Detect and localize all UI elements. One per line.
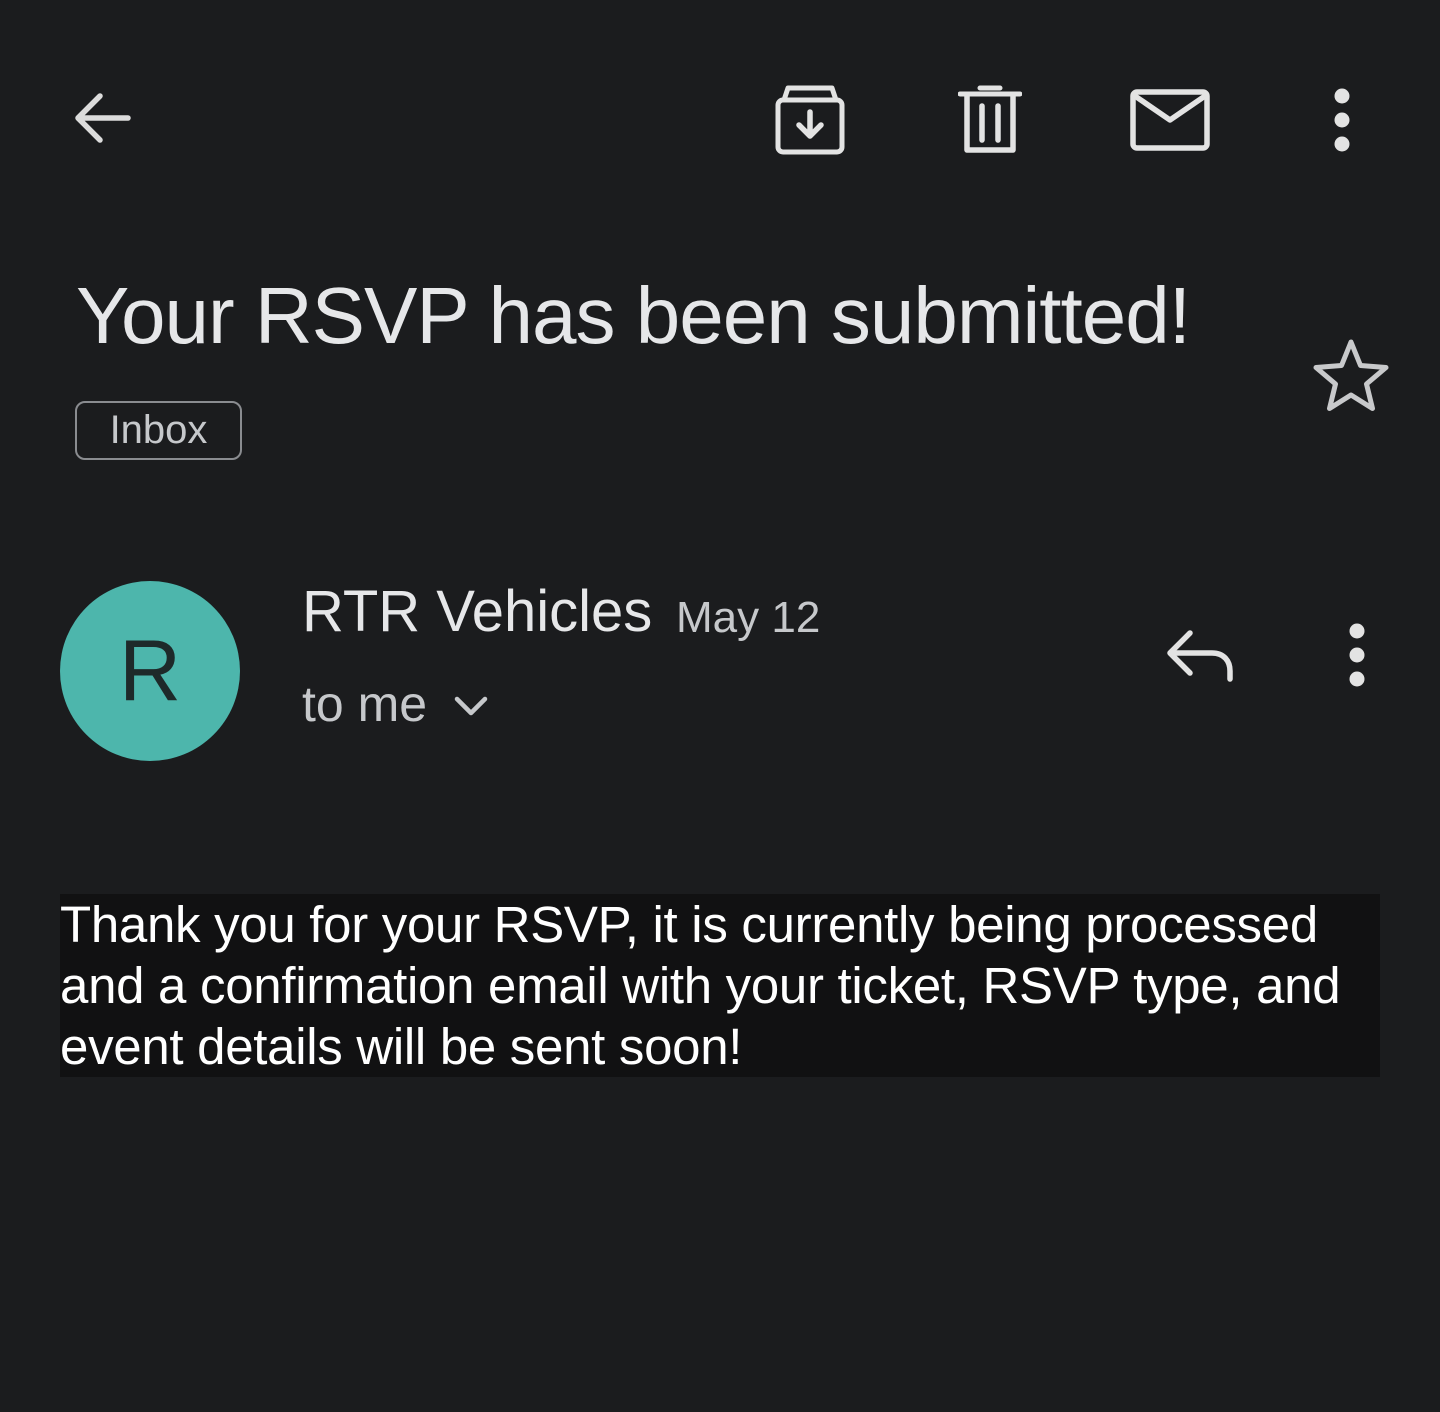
more-vert-icon: [1349, 623, 1365, 687]
more-options-button[interactable]: [1292, 70, 1392, 170]
email-view: Your RSVP has been submitted! Inbox R RT…: [0, 0, 1440, 1412]
archive-button[interactable]: [760, 70, 860, 170]
chevron-down-icon: [454, 696, 488, 716]
delete-button[interactable]: [940, 70, 1040, 170]
inbox-label-chip[interactable]: Inbox: [75, 401, 242, 460]
arrow-back-icon: [75, 93, 131, 143]
archive-icon: [775, 85, 845, 155]
sender-name: RTR Vehicles: [302, 579, 653, 644]
back-button[interactable]: [52, 68, 152, 168]
sender-avatar[interactable]: R: [60, 581, 240, 761]
star-icon: [1313, 339, 1389, 411]
mail-icon: [1130, 89, 1210, 151]
reply-icon: [1167, 630, 1233, 682]
recipient-details-toggle[interactable]: to me: [302, 672, 489, 736]
message-more-options-button[interactable]: [1312, 610, 1402, 700]
email-body: Thank you for your RSVP, it is currently…: [60, 894, 1380, 1077]
email-body-text: Thank you for your RSVP, it is currently…: [60, 896, 1341, 1075]
mark-unread-button[interactable]: [1120, 70, 1220, 170]
recipient-text: to me: [302, 676, 428, 732]
more-vert-icon: [1334, 88, 1350, 152]
top-toolbar: [0, 60, 1440, 180]
email-date: May 12: [676, 593, 821, 642]
email-subject: Your RSVP has been submitted!: [76, 271, 1191, 360]
trash-icon: [958, 85, 1022, 153]
reply-button[interactable]: [1155, 610, 1245, 700]
star-button[interactable]: [1306, 330, 1396, 420]
